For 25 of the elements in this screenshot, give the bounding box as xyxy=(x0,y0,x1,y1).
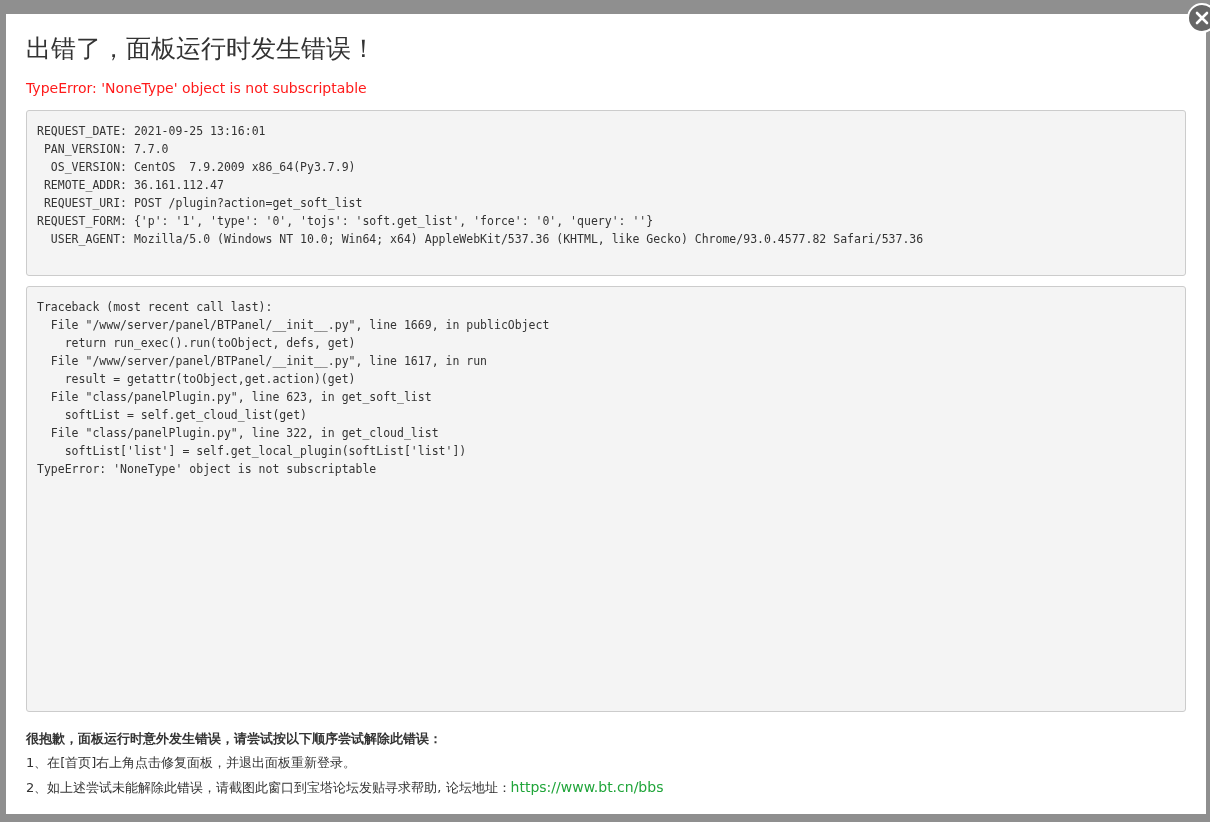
code-line: softList = self.get_cloud_list(get) xyxy=(63,407,308,424)
code-line: TypeError: 'NoneType' object is not subscriptable xyxy=(37,461,377,478)
close-button[interactable] xyxy=(1187,3,1210,33)
code-line: File "/www/server/panel/BTPanel/__init__.py", line 1617, in run xyxy=(49,353,488,370)
code-line: File "class/panelPlugin.py", line 623, in get_soft_list xyxy=(49,389,432,406)
code-line: REQUEST_DATE: 2021-09-25 13:16:01 xyxy=(37,123,266,140)
code-line: softList['list'] = self.get_local_plugin(softList['list']) xyxy=(63,443,467,460)
close-icon xyxy=(1194,10,1210,26)
error-message: TypeError: 'NoneType' object is not subscriptable xyxy=(26,79,368,98)
code-line: File "/www/server/panel/BTPanel/__init__.py", line 1669, in publicObject xyxy=(49,317,550,334)
code-line: result = getattr(toObject,get.action)(get) xyxy=(63,371,356,388)
help-step: 1、在[首页]右上角点击修复面板，并退出面板重新登录。 xyxy=(26,755,357,770)
code-line: OS_VERSION: CentOS 7.9.2009 x86_64(Py3.7.9) xyxy=(49,159,356,176)
code-line: REQUEST_URI: POST /plugin?action=get_soft_list xyxy=(42,195,363,212)
forum-link[interactable]: https://www.bt.cn/bbs xyxy=(510,779,664,795)
code-line: REMOTE_ADDR: 36.161.112.47 xyxy=(42,177,224,194)
code-line: Traceback (most recent call last): xyxy=(37,299,273,316)
help-title: 很抱歉，面板运行时意外发生错误，请尝试按以下顺序尝试解除此错误： xyxy=(26,730,443,748)
code-line: REQUEST_FORM: {'p': '1', 'type': '0', 'tojs': 'soft.get_list', 'force': '0', 'query': ''} xyxy=(37,213,654,230)
code-line: File "class/panelPlugin.py", line 322, in get_cloud_list xyxy=(49,425,439,442)
code-line: return run_exec().run(toObject, defs, get) xyxy=(63,335,356,352)
code-line: PAN_VERSION: 7.7.0 xyxy=(42,141,169,158)
dialog-title: 出错了，面板运行时发生错误！ xyxy=(26,33,377,65)
help-step: 2、如上述尝试未能解除此错误，请截图此窗口到宝塔论坛发贴寻求帮助, 论坛地址： xyxy=(26,780,511,795)
code-line: USER_AGENT: Mozilla/5.0 (Windows NT 10.0; Win64; x64) AppleWebKit/537.36 (KHTML, like Gecko) Chrome/93.0.4577.82 Safari/537.36 xyxy=(49,231,924,248)
